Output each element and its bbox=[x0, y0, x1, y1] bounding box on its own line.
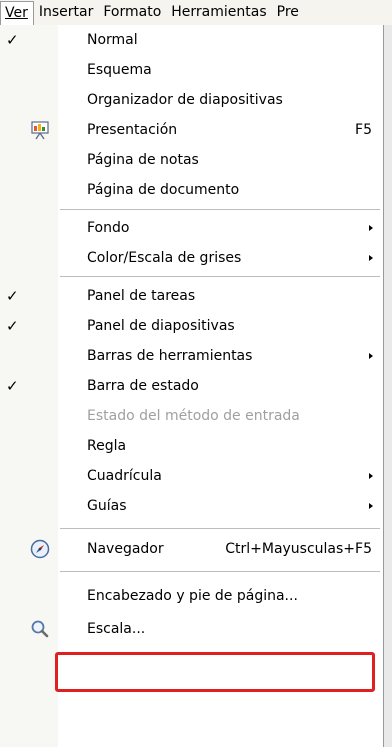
submenu-arrow-icon bbox=[369, 353, 373, 359]
menu-item-pagina-documento[interactable]: Página de documento bbox=[0, 175, 384, 205]
menu-item-label: Normal bbox=[87, 32, 138, 48]
menu-item-label: Panel de tareas bbox=[87, 288, 196, 304]
menu-herramientas[interactable]: Herramientas bbox=[166, 0, 271, 25]
menu-item-panel-diapositivas[interactable]: ✓ Panel de diapositivas bbox=[0, 311, 384, 341]
menu-item-guias[interactable]: Guías bbox=[0, 491, 384, 521]
shortcut-text: Ctrl+Mayusculas+F5 bbox=[225, 541, 372, 557]
menu-item-navegador[interactable]: Navegador Ctrl+Mayusculas+F5 bbox=[0, 534, 384, 564]
menu-item-regla[interactable]: Regla bbox=[0, 431, 384, 461]
submenu-arrow-icon bbox=[369, 473, 373, 479]
menu-item-label: Presentación bbox=[87, 122, 178, 138]
menu-item-organizador-diapositivas[interactable]: Organizador de diapositivas bbox=[0, 85, 384, 115]
menu-item-label: Color/Escala de grises bbox=[87, 250, 242, 266]
submenu-arrow-icon bbox=[369, 503, 373, 509]
menu-formato[interactable]: Formato bbox=[98, 0, 166, 25]
menu-separator bbox=[60, 528, 380, 529]
menu-item-barra-estado[interactable]: ✓ Barra de estado bbox=[0, 371, 384, 401]
menu-item-label: Barras de herramientas bbox=[87, 348, 253, 364]
menu-item-esquema[interactable]: Esquema bbox=[0, 55, 384, 85]
menu-item-label: Encabezado y pie de página... bbox=[87, 588, 298, 604]
check-icon: ✓ bbox=[6, 377, 19, 395]
submenu-arrow-icon bbox=[369, 255, 373, 261]
menu-item-label: Estado del método de entrada bbox=[87, 408, 300, 424]
check-icon: ✓ bbox=[6, 287, 19, 305]
menu-item-color-escala-grises[interactable]: Color/Escala de grises bbox=[0, 243, 384, 273]
menu-item-encabezado-pie-pagina[interactable]: Encabezado y pie de página... bbox=[0, 581, 384, 611]
menu-item-label: Panel de diapositivas bbox=[87, 318, 235, 334]
check-icon: ✓ bbox=[6, 31, 19, 49]
menu-item-label: Fondo bbox=[87, 220, 130, 236]
check-icon: ✓ bbox=[6, 317, 19, 335]
menu-item-label: Regla bbox=[87, 438, 127, 454]
menu-presentacion-truncated[interactable]: Pre bbox=[272, 0, 304, 25]
menu-item-label: Esquema bbox=[87, 62, 152, 78]
red-highlight-box bbox=[55, 652, 375, 692]
zoom-magnifier-icon bbox=[30, 619, 50, 639]
submenu-arrow-icon bbox=[369, 225, 373, 231]
presentation-icon bbox=[30, 120, 50, 140]
menu-item-presentacion[interactable]: Presentación F5 bbox=[0, 115, 384, 145]
ver-dropdown-menu: ✓ Normal Esquema Organizador de diaposit… bbox=[0, 25, 384, 747]
menu-item-cuadricula[interactable]: Cuadrícula bbox=[0, 461, 384, 491]
menu-item-label: Barra de estado bbox=[87, 378, 199, 394]
menu-item-estado-metodo-entrada: Estado del método de entrada bbox=[0, 401, 384, 431]
background-window-edge bbox=[384, 25, 392, 747]
menu-item-pagina-notas[interactable]: Página de notas bbox=[0, 145, 384, 175]
menu-item-normal[interactable]: ✓ Normal bbox=[0, 25, 384, 55]
menubar: Ver Insertar Formato Herramientas Pre bbox=[0, 0, 392, 26]
menu-item-label: Página de notas bbox=[87, 152, 199, 168]
menu-separator bbox=[60, 276, 380, 277]
shortcut-text: F5 bbox=[355, 122, 372, 138]
menu-item-label: Organizador de diapositivas bbox=[87, 92, 283, 108]
menu-separator bbox=[60, 209, 380, 210]
menu-insertar[interactable]: Insertar bbox=[34, 0, 99, 25]
menu-separator bbox=[60, 571, 380, 572]
menu-item-label: Cuadrícula bbox=[87, 468, 162, 484]
menu-item-label: Navegador bbox=[87, 541, 164, 557]
menu-item-panel-tareas[interactable]: ✓ Panel de tareas bbox=[0, 281, 384, 311]
menu-item-label: Guías bbox=[87, 498, 127, 514]
menu-item-label: Página de documento bbox=[87, 182, 240, 198]
menu-item-barras-herramientas[interactable]: Barras de herramientas bbox=[0, 341, 384, 371]
menu-item-fondo[interactable]: Fondo bbox=[0, 213, 384, 243]
navigator-compass-icon bbox=[30, 539, 50, 559]
menu-item-escala[interactable]: Escala... bbox=[0, 614, 384, 644]
menu-item-label: Escala... bbox=[87, 621, 146, 637]
menu-ver[interactable]: Ver bbox=[0, 0, 34, 26]
